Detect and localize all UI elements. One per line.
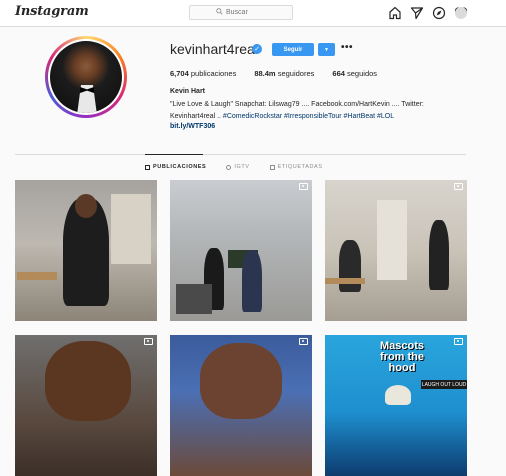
- profile-username: kevinhart4real: [170, 41, 258, 57]
- person-shape: [339, 240, 361, 292]
- couch-shape: [176, 284, 212, 314]
- post-band-label: LAUGH OUT LOUD: [421, 380, 467, 389]
- bench-shape: [325, 278, 365, 284]
- home-icon[interactable]: [388, 6, 402, 20]
- followers-count-value: 88.4m: [254, 69, 276, 78]
- post-thumbnail[interactable]: [170, 335, 312, 476]
- profile-picture-story-ring[interactable]: [45, 36, 127, 118]
- followers-count[interactable]: 88.4m seguidores: [254, 69, 314, 78]
- follow-dropdown-button[interactable]: ▼: [318, 43, 335, 56]
- profile-photo: [50, 41, 122, 113]
- grid-icon: [145, 164, 150, 170]
- instagram-logo[interactable]: Instagram: [15, 4, 89, 19]
- post-thumbnail[interactable]: [170, 180, 312, 321]
- profile-picture: [48, 39, 124, 115]
- face-shape: [75, 194, 97, 218]
- profile-stats: 6,704 publicaciones 88.4m seguidores 664…: [170, 69, 377, 78]
- following-count-value: 664: [332, 69, 345, 78]
- video-icon: [454, 338, 463, 345]
- follow-button[interactable]: Seguir: [272, 43, 314, 56]
- igtv-icon: [226, 164, 232, 170]
- video-icon: [299, 183, 308, 190]
- verified-badge-icon: ✓: [252, 44, 262, 54]
- post-thumbnail[interactable]: [15, 335, 157, 476]
- tab-posts-label: PUBLICACIONES: [153, 164, 207, 170]
- profile-website-link[interactable]: bit.ly/WTF306: [170, 123, 215, 130]
- tab-igtv[interactable]: IGTV: [226, 164, 249, 170]
- post-thumbnail[interactable]: [325, 180, 467, 321]
- tab-tagged-label: ETIQUETADAS: [277, 164, 323, 170]
- face-shape: [200, 343, 282, 419]
- person-shape: [242, 250, 262, 312]
- tabs-divider: [15, 154, 466, 155]
- bio-line-1: "Live Love & Laugh" Snapchat: Lilswag79 …: [170, 101, 424, 108]
- bench-shape: [17, 272, 57, 280]
- following-count[interactable]: 664 seguidos: [332, 69, 377, 78]
- video-icon: [454, 183, 463, 190]
- profile-full-name: Kevin Hart: [170, 88, 206, 95]
- active-tab-indicator: [145, 154, 203, 155]
- shelf-shape: [111, 194, 151, 264]
- tab-tagged[interactable]: ETIQUETADAS: [269, 164, 323, 170]
- video-icon: [299, 338, 308, 345]
- person-shape: [429, 220, 449, 290]
- profile-tabs: PUBLICACIONES IGTV ETIQUETADAS: [145, 164, 323, 170]
- post-caption-overlay: Mascots from the hood: [379, 340, 425, 374]
- profile-bio: "Live Love & Laugh" Snapchat: Lilswag79 …: [170, 99, 470, 123]
- mascot-shape: [385, 385, 411, 405]
- tagged-icon: [269, 164, 275, 170]
- top-navigation-bar: Instagram: [0, 0, 506, 27]
- search-input[interactable]: [226, 9, 266, 16]
- bio-line-2-text: Kevinhart4real ..: [170, 113, 223, 120]
- bio-line-2: Kevinhart4real .. #ComedicRockstar #Irre…: [170, 111, 470, 123]
- search-icon: [216, 8, 223, 17]
- posts-count-value: 6,704: [170, 69, 189, 78]
- following-count-label: seguidos: [347, 69, 378, 78]
- search-box[interactable]: [189, 5, 293, 20]
- post-thumbnail[interactable]: Mascots from the hood LAUGH OUT LOUD: [325, 335, 467, 476]
- video-icon: [144, 338, 153, 345]
- post-thumbnail[interactable]: [15, 180, 157, 321]
- profile-avatar[interactable]: [455, 7, 467, 19]
- tab-posts[interactable]: PUBLICACIONES: [145, 164, 206, 170]
- posts-count: 6,704 publicaciones: [170, 69, 236, 78]
- face-shape: [45, 341, 131, 421]
- posts-count-label: publicaciones: [190, 69, 237, 78]
- followers-count-label: seguidores: [277, 69, 315, 78]
- shelf-shape: [377, 200, 407, 280]
- tab-igtv-label: IGTV: [234, 164, 250, 170]
- explore-icon[interactable]: [432, 6, 446, 20]
- bio-hashtags[interactable]: #ComedicRockstar #IrresponsibleTour #Har…: [223, 113, 394, 120]
- direct-icon[interactable]: [410, 6, 424, 20]
- more-options-icon[interactable]: •••: [341, 42, 353, 53]
